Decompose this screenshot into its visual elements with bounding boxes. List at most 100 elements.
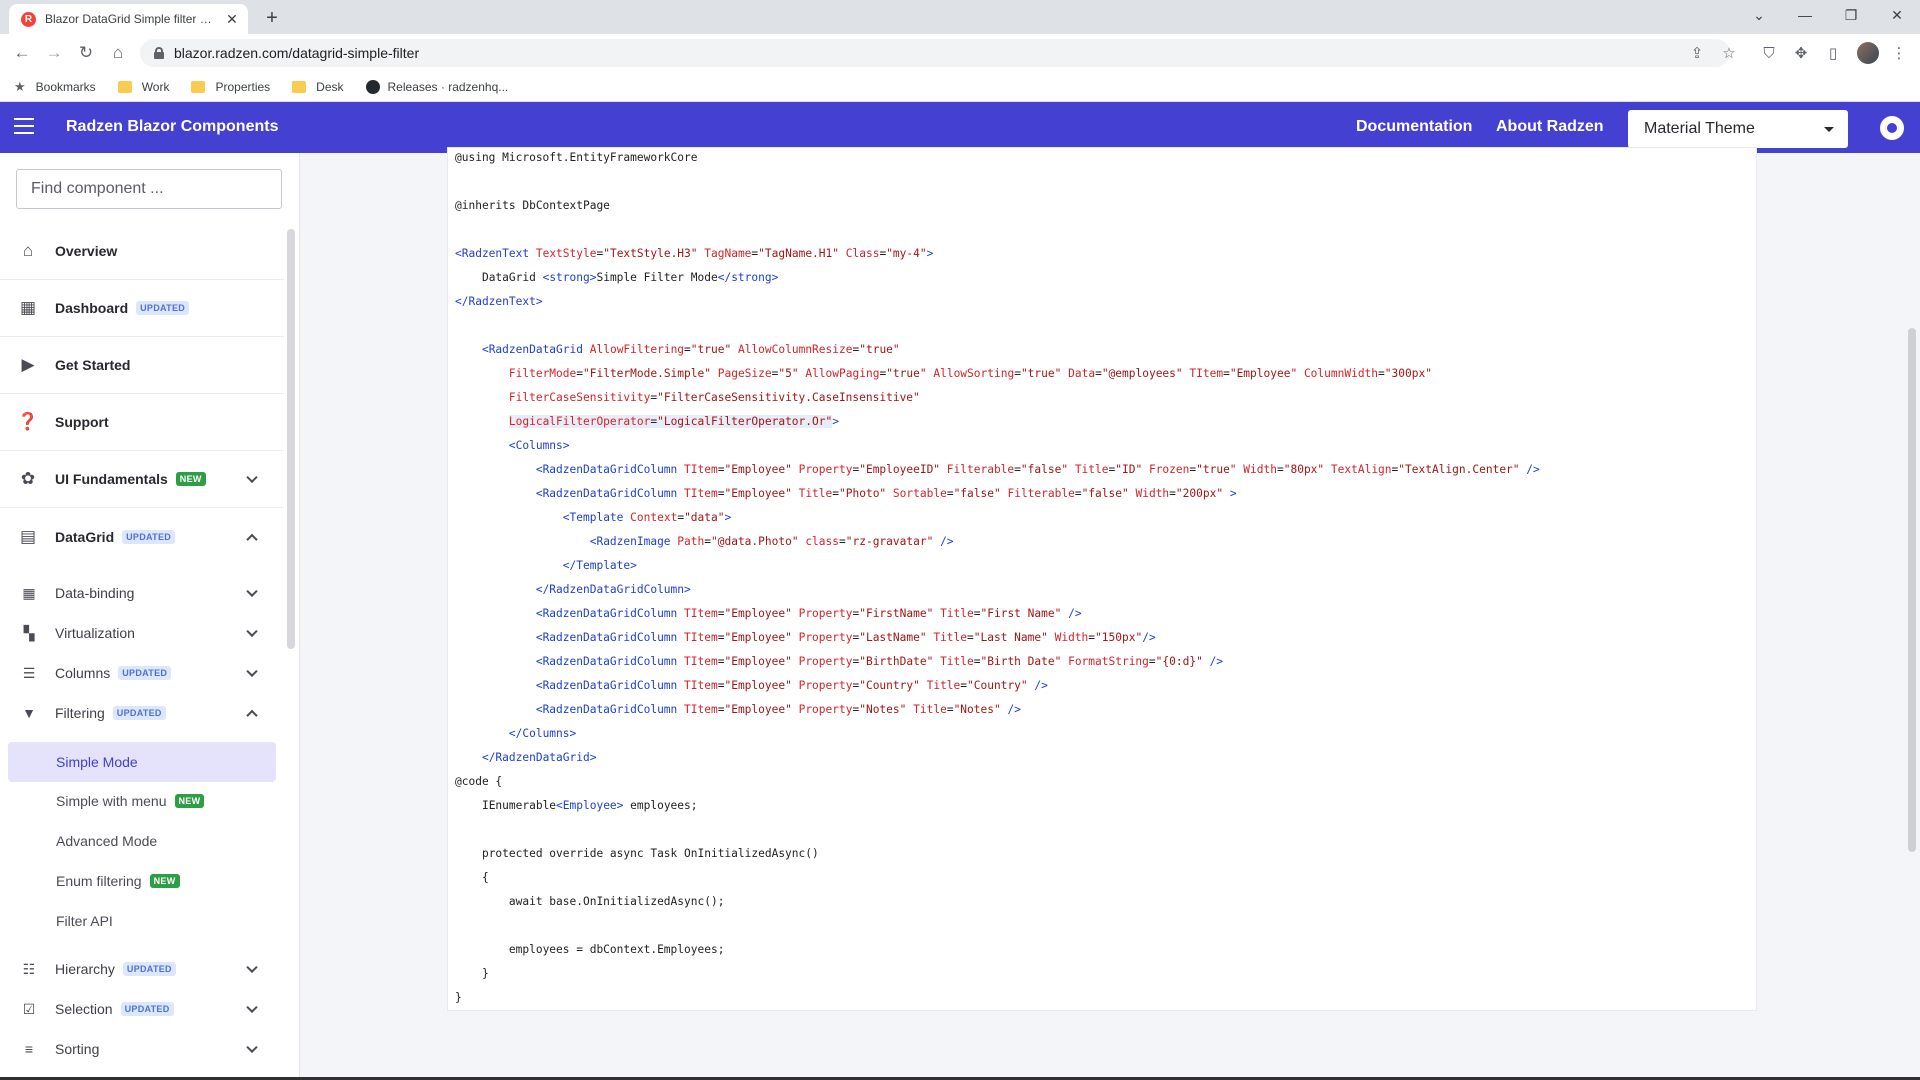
sidebar-item-dashboard[interactable]: ▦ Dashboard UPDATED — [0, 280, 284, 337]
sidebar-item-sorting[interactable]: ≡ Sorting — [0, 1029, 284, 1069]
folder-icon — [292, 80, 307, 93]
restore-icon[interactable]: ❐ — [1828, 0, 1874, 30]
sidebar: ⌂ Overview ▦ Dashboard UPDATED ▶ Get Sta… — [0, 153, 300, 1080]
bookmark-desk[interactable]: Desk — [292, 80, 344, 94]
hamburger-menu-icon[interactable] — [14, 118, 34, 134]
code-line: FilterMode="FilterMode.Simple" PageSize=… — [508, 367, 1432, 380]
page-scrollbar[interactable] — [1908, 328, 1916, 852]
main-content: @using Microsoft.EntityFrameworkCore @in… — [300, 147, 1920, 1080]
extensions-icon[interactable]: ✥ — [1790, 42, 1812, 64]
code-line: <RadzenDataGridColumn TItem="Employee" P… — [535, 607, 1082, 620]
menu-kebab-icon[interactable]: ⋮ — [1888, 42, 1910, 64]
theme-select-value: Material Theme — [1644, 120, 1755, 137]
sidebar-item-hierarchy[interactable]: ☷ Hierarchy UPDATED — [0, 949, 284, 989]
chevron-down-icon — [246, 961, 258, 974]
reload-icon[interactable]: ↻ — [74, 41, 98, 65]
sidebar-item-selection[interactable]: ☑ Selection UPDATED — [0, 989, 284, 1029]
side-panel-icon[interactable]: ▯ — [1822, 42, 1844, 64]
dashboard-icon: ▚ — [23, 624, 35, 641]
sidebar-item-virtualization[interactable]: ▚ Virtualization — [0, 613, 284, 653]
share-icon[interactable]: ⇪ — [1686, 42, 1708, 64]
code-line: </RadzenDataGridColumn> — [535, 583, 691, 596]
code-line: <RadzenImage Path="@data.Photo" class="r… — [589, 535, 954, 548]
sort-icon: ≡ — [24, 1041, 34, 1057]
about-radzen-link[interactable]: About Radzen — [1496, 118, 1604, 136]
hierarchy-icon: ☷ — [22, 960, 36, 977]
theme-select[interactable]: Material Theme — [1628, 110, 1848, 148]
code-line: FilterCaseSensitivity="FilterCaseSensiti… — [508, 391, 920, 404]
code-line: await base.OnInitializedAsync(); — [508, 895, 725, 908]
new-badge: NEW — [175, 472, 206, 486]
code-line: </Template> — [562, 559, 637, 572]
back-icon[interactable]: ← — [10, 41, 34, 65]
chevron-down-icon — [246, 665, 258, 678]
sidebar-item-ui-fundamentals[interactable]: ✿ UI Fundamentals NEW — [0, 451, 284, 508]
table-icon: ▦ — [22, 584, 36, 601]
sidebar-scrollbar[interactable] — [287, 229, 295, 649]
github-icon[interactable] — [1880, 116, 1904, 140]
chevron-down-icon — [246, 471, 258, 484]
checklist-icon: ☑ — [22, 1000, 36, 1017]
code-line: { — [481, 871, 489, 884]
updated-badge: UPDATED — [120, 1002, 174, 1016]
tab-search-icon[interactable]: ⌄ — [1736, 0, 1782, 30]
chevron-down-icon — [246, 585, 258, 598]
sidebar-item-filter-api[interactable]: Filter API — [0, 901, 284, 941]
chevron-down-icon — [246, 1001, 258, 1014]
profile-avatar[interactable] — [1857, 42, 1879, 64]
address-bar[interactable]: blazor.radzen.com/datagrid-simple-filter — [140, 39, 1730, 67]
code-line: <RadzenDataGridColumn TItem="Employee" P… — [535, 703, 1021, 716]
code-line: </RadzenDataGrid> — [481, 751, 597, 764]
sidebar-item-simple-mode[interactable]: Simple Mode — [8, 742, 276, 782]
bookmark-work[interactable]: Work — [117, 80, 169, 94]
code-line: protected override async Task OnInitiali… — [481, 847, 819, 860]
folder-icon — [191, 80, 206, 93]
documentation-link[interactable]: Documentation — [1356, 118, 1472, 136]
sidebar-item-data-binding[interactable]: ▦ Data-binding — [0, 573, 284, 613]
bookmark-properties[interactable]: Properties — [191, 80, 270, 94]
minimize-icon[interactable]: — — [1782, 0, 1828, 30]
sidebar-item-filtering[interactable]: ▼ Filtering UPDATED — [0, 693, 284, 733]
code-line: @code { — [455, 775, 503, 788]
find-component-input[interactable] — [16, 169, 282, 209]
new-badge: NEW — [174, 794, 205, 808]
code-line: <RadzenDataGridColumn TItem="Employee" T… — [535, 487, 1237, 500]
close-window-icon[interactable]: ✕ — [1874, 0, 1920, 30]
chevron-up-icon — [246, 533, 258, 545]
code-line: <RadzenText TextStyle="TextStyle.H3" Tag… — [455, 247, 934, 260]
updated-badge: UPDATED — [122, 962, 176, 976]
lock-icon — [154, 47, 164, 59]
code-line: } — [455, 991, 462, 1004]
radzen-favicon-icon: R — [21, 11, 36, 27]
tab-close-icon[interactable]: ✕ — [224, 11, 240, 27]
sidebar-item-simple-with-menu[interactable]: Simple with menu NEW — [0, 781, 284, 821]
folder-icon — [117, 80, 132, 93]
sidebar-item-enum-filtering[interactable]: Enum filtering NEW — [0, 861, 284, 901]
sidebar-item-columns[interactable]: ☰ Columns UPDATED — [0, 653, 284, 693]
new-tab-icon[interactable]: + — [260, 6, 284, 30]
bookmark-bookmarks[interactable]: ★ Bookmarks — [14, 79, 96, 95]
tab-title: Blazor DataGrid Simple filter mode — [45, 12, 218, 26]
browser-tab[interactable]: R Blazor DataGrid Simple filter mode ✕ — [9, 4, 248, 34]
sidebar-item-datagrid[interactable]: ▤ DataGrid UPDATED — [0, 508, 284, 565]
code-line: </Columns> — [508, 727, 577, 740]
home-browser-icon[interactable]: ⌂ — [106, 41, 130, 65]
sidebar-item-advanced-mode[interactable]: Advanced Mode — [0, 821, 284, 861]
help-icon: ❓ — [17, 412, 39, 431]
forward-icon[interactable]: → — [42, 41, 66, 65]
updated-badge: UPDATED — [118, 666, 172, 680]
dashboard-icon: ▦ — [19, 298, 37, 317]
bookmark-star-icon[interactable]: ☆ — [1718, 42, 1740, 64]
sidebar-item-get-started[interactable]: ▶ Get Started — [0, 337, 284, 394]
sidebar-item-overview[interactable]: ⌂ Overview — [0, 223, 284, 280]
caret-down-icon — [1824, 127, 1834, 132]
code-line: @using Microsoft.EntityFrameworkCore — [455, 151, 698, 164]
shield-extension-icon[interactable]: ⛉ — [1758, 42, 1780, 64]
grid-icon: ▤ — [19, 526, 37, 546]
bookmark-releases[interactable]: Releases · radzenhq... — [365, 79, 508, 94]
bookmarks-bar: ★ Bookmarks Work Properties Desk Releases… — [0, 72, 1920, 102]
sidebar-item-support[interactable]: ❓ Support — [0, 394, 284, 451]
brand-title[interactable]: Radzen Blazor Components — [66, 118, 278, 136]
